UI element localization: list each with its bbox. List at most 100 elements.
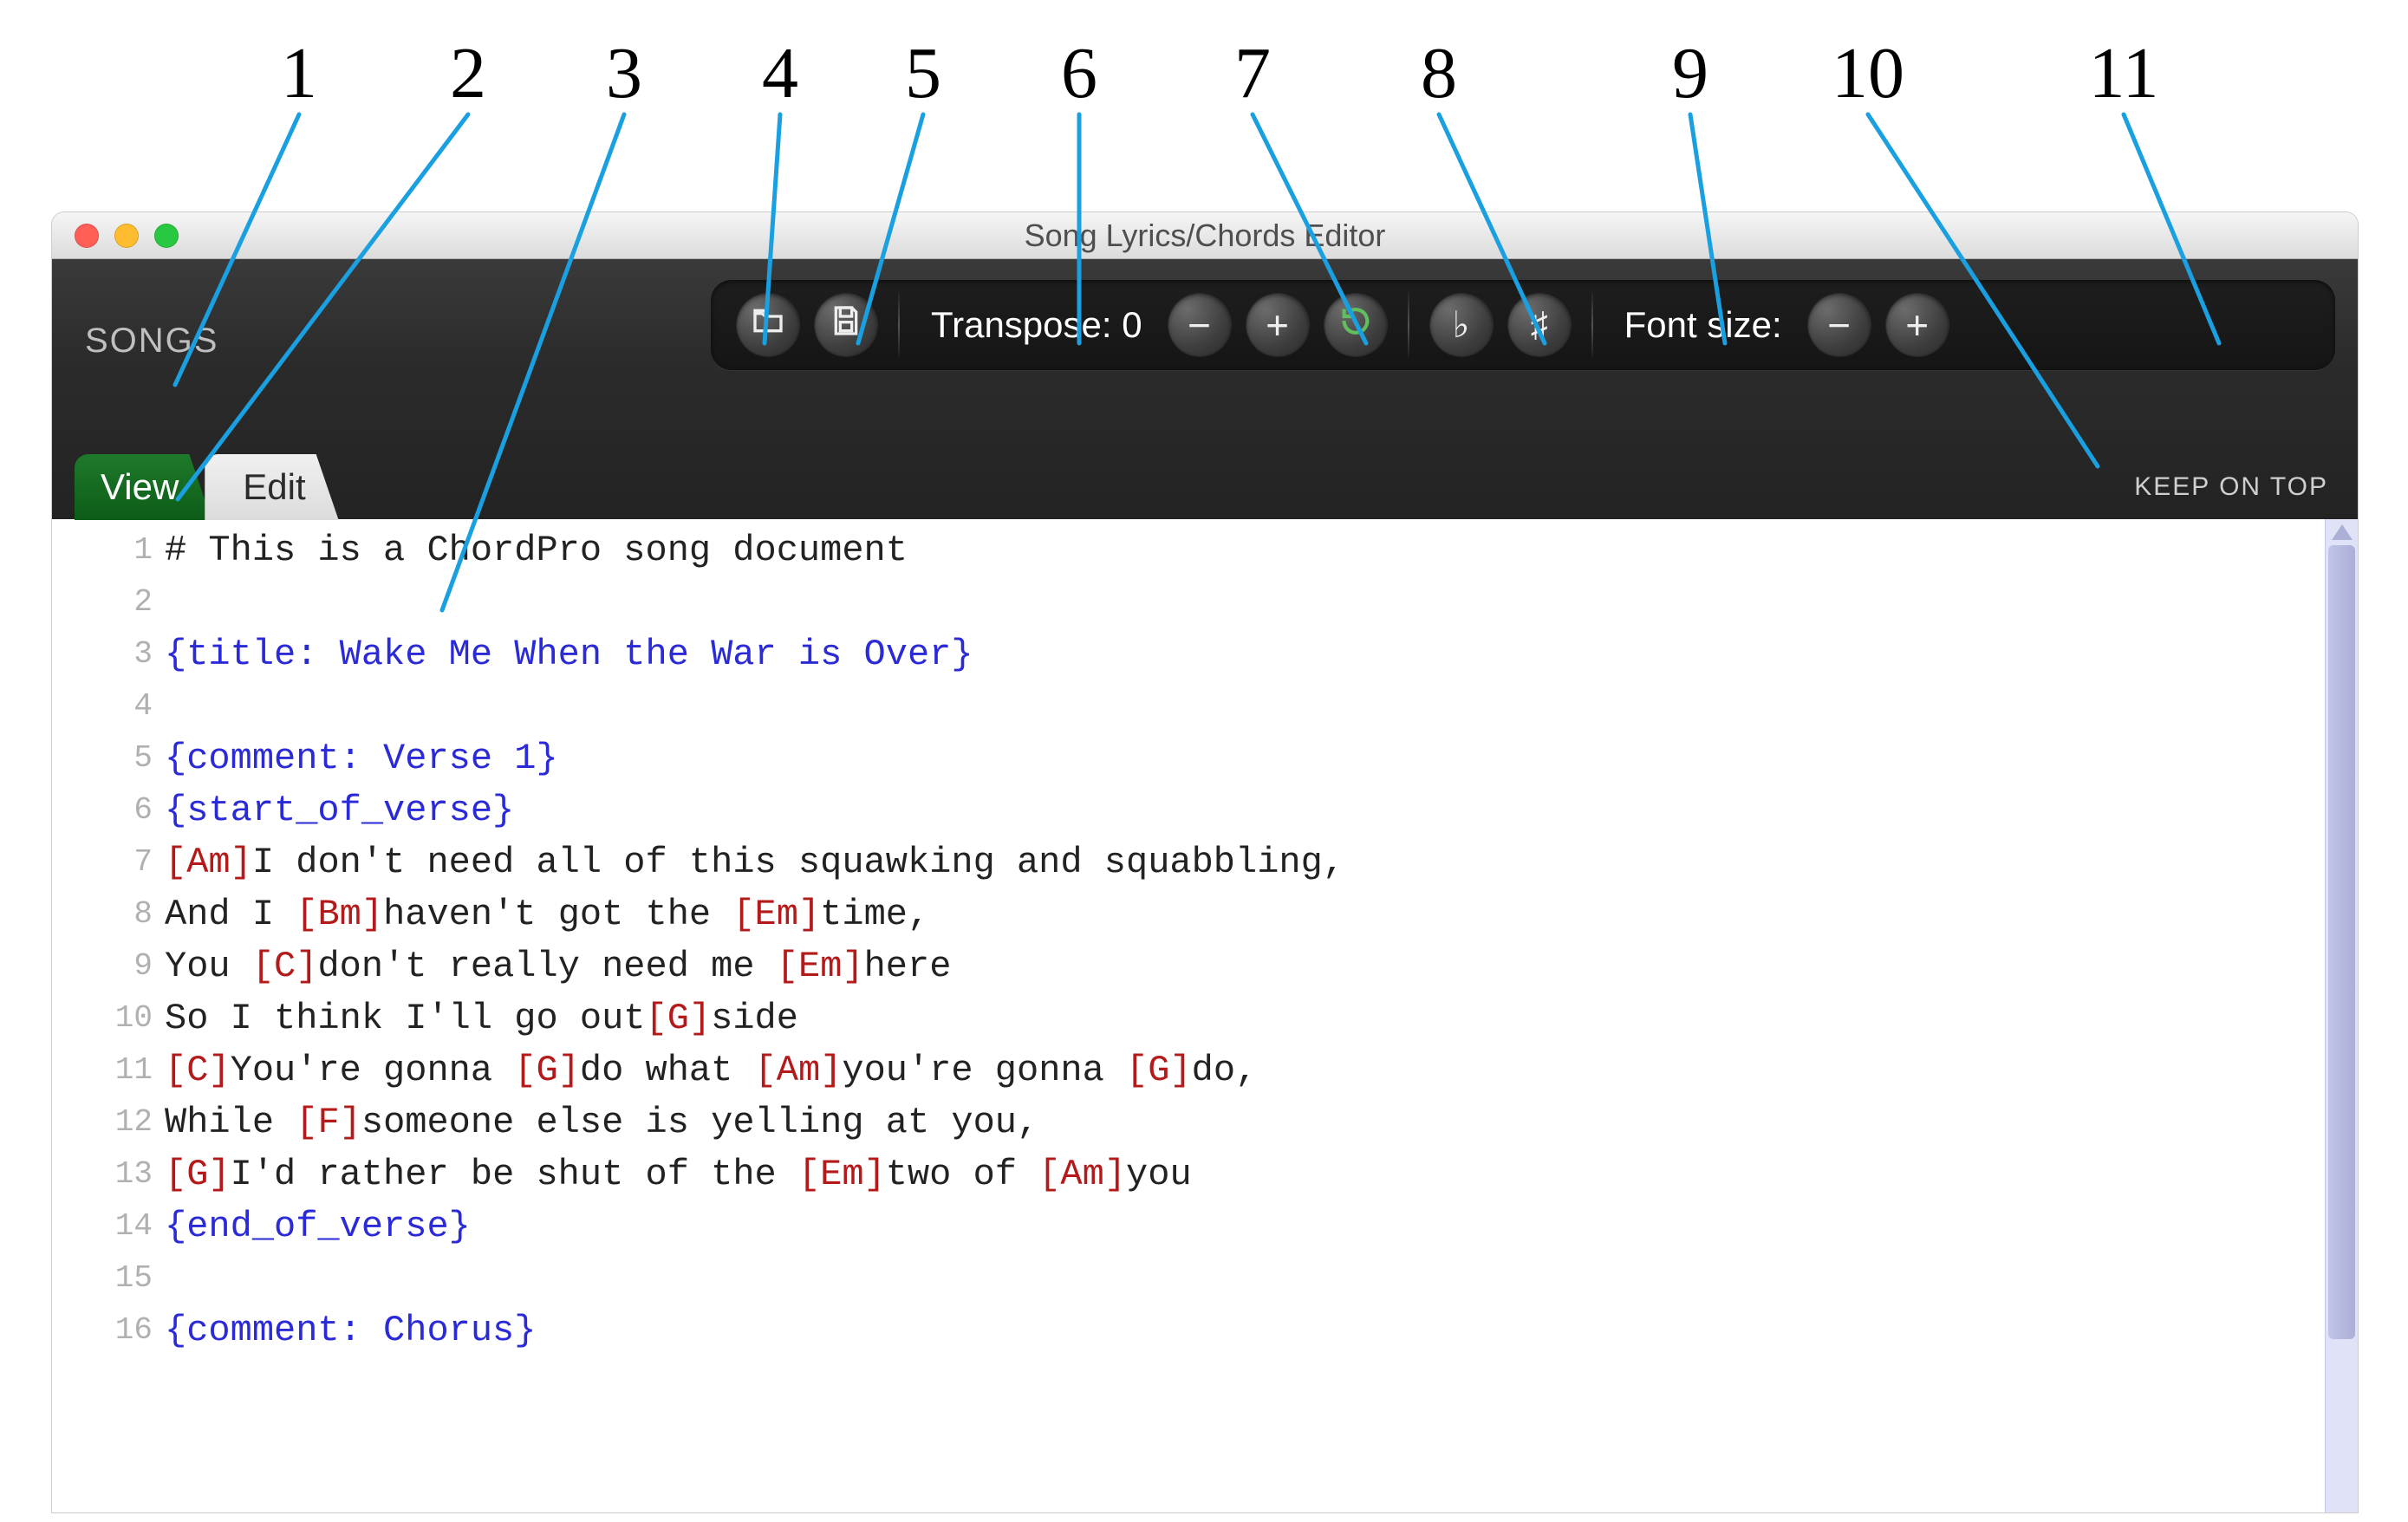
code-line[interactable] [165, 576, 2325, 628]
token-chord: [F] [296, 1102, 361, 1143]
token-text: you [1126, 1154, 1192, 1195]
token-chord: [Am] [165, 842, 252, 883]
token-text: time, [820, 894, 929, 935]
fontsize-label: Font size: [1614, 304, 1793, 346]
token-directive: {comment: Verse 1} [165, 738, 558, 779]
callout-number: 10 [1832, 31, 1904, 115]
token-directive: {end_of_verse} [165, 1206, 471, 1247]
plus-icon: + [1266, 305, 1289, 345]
code-line[interactable]: # This is a ChordPro song document [165, 524, 2325, 576]
callout-number: 11 [2089, 31, 2159, 115]
tab-edit[interactable]: Edit [205, 454, 338, 520]
callout-number: 9 [1672, 31, 1708, 115]
minus-icon: − [1827, 305, 1851, 345]
prefer-sharp-button[interactable]: ♯ [1508, 294, 1571, 356]
editor-area: 12345678910111213141516 # This is a Chor… [52, 519, 2358, 1512]
save-icon [829, 303, 863, 347]
code-line[interactable]: [G]I'd rather be shut of the [Em]two of … [165, 1148, 2325, 1200]
token-chord: [Em] [732, 894, 820, 935]
save-button[interactable] [815, 294, 877, 356]
callout-number: 6 [1061, 31, 1097, 115]
fontsize-down-button[interactable]: − [1808, 294, 1871, 356]
token-text: I'd rather be shut of the [231, 1154, 798, 1195]
token-text: here [864, 946, 952, 987]
scroll-thumb[interactable] [2328, 545, 2355, 1339]
sharp-icon: ♯ [1531, 308, 1548, 342]
line-number-gutter: 12345678910111213141516 [52, 519, 165, 1512]
callout-number: 7 [1234, 31, 1271, 115]
minus-icon: − [1188, 305, 1211, 345]
token-chord: [Em] [777, 946, 864, 987]
separator [898, 291, 900, 359]
flat-icon: ♭ [1453, 307, 1470, 343]
code-line[interactable]: [Am]I don't need all of this squawking a… [165, 836, 2325, 888]
editor-window: Song Lyrics/Chords Editor SONGS [52, 212, 2358, 1512]
code-line[interactable]: [C]You're gonna [G]do what [Am]you're go… [165, 1044, 2325, 1096]
token-comment: # This is a ChordPro song document [165, 530, 908, 571]
code-line[interactable]: You [C]don't really need me [Em]here [165, 940, 2325, 992]
token-chord: [G] [514, 1050, 580, 1091]
line-number: 2 [52, 576, 153, 628]
code-line[interactable]: And I [Bm]haven't got the [Em]time, [165, 888, 2325, 940]
token-chord: [G] [646, 998, 712, 1039]
token-text: do what [580, 1050, 755, 1091]
folder-open-icon [751, 303, 785, 347]
token-text: And I [165, 894, 296, 935]
code-line[interactable]: {end_of_verse} [165, 1200, 2325, 1252]
line-number: 11 [52, 1044, 153, 1096]
line-number: 13 [52, 1148, 153, 1200]
fontsize-up-button[interactable]: + [1886, 294, 1949, 356]
token-text: someone else is yelling at you, [361, 1102, 1038, 1143]
plus-icon: + [1905, 305, 1929, 345]
transpose-up-button[interactable]: + [1246, 294, 1309, 356]
tool-panel: Transpose: 0 − + ♭ ♯ [711, 280, 2335, 370]
token-directive: {title: Wake Me When the War is Over} [165, 634, 973, 675]
token-chord: [G] [1126, 1050, 1192, 1091]
separator [1591, 291, 1593, 359]
transpose-reset-button[interactable] [1324, 294, 1387, 356]
open-button[interactable] [737, 294, 799, 356]
code-line[interactable] [165, 680, 2325, 732]
callout-number: 2 [450, 31, 486, 115]
token-chord: [Bm] [296, 894, 383, 935]
code-editor[interactable]: # This is a ChordPro song document {titl… [165, 519, 2325, 1512]
reset-icon [1338, 303, 1373, 347]
line-number: 16 [52, 1304, 153, 1356]
vertical-scrollbar[interactable] [2325, 519, 2358, 1512]
token-text: two of [886, 1154, 1038, 1195]
titlebar: Song Lyrics/Chords Editor [52, 212, 2358, 259]
token-directive: {comment: Chorus} [165, 1310, 536, 1351]
callout-number: 1 [281, 31, 317, 115]
code-line[interactable]: {comment: Verse 1} [165, 732, 2325, 784]
line-number: 12 [52, 1096, 153, 1148]
token-chord: [Em] [798, 1154, 886, 1195]
line-number: 3 [52, 628, 153, 680]
token-chord: [C] [165, 1050, 231, 1091]
keep-on-top-toggle[interactable]: KEEP ON TOP [2134, 472, 2328, 502]
line-number: 1 [52, 524, 153, 576]
code-line[interactable]: {title: Wake Me When the War is Over} [165, 628, 2325, 680]
tab-view[interactable]: View [75, 454, 212, 520]
callout-number: 4 [762, 31, 798, 115]
token-chord: [Am] [1038, 1154, 1126, 1195]
token-text: So I think I'll go out [165, 998, 646, 1039]
token-chord: [Am] [755, 1050, 843, 1091]
code-line[interactable]: While [F]someone else is yelling at you, [165, 1096, 2325, 1148]
token-directive: {start_of_verse} [165, 790, 514, 831]
line-number: 6 [52, 784, 153, 836]
songs-button[interactable]: SONGS [85, 322, 218, 361]
token-chord: [G] [165, 1154, 231, 1195]
token-text: haven't got the [383, 894, 732, 935]
code-line[interactable]: {comment: Chorus} [165, 1304, 2325, 1356]
scroll-up-arrow-icon[interactable] [2332, 524, 2353, 540]
window-title: Song Lyrics/Chords Editor [52, 218, 2358, 254]
prefer-flat-button[interactable]: ♭ [1430, 294, 1493, 356]
line-number: 9 [52, 940, 153, 992]
code-line[interactable]: So I think I'll go out[G]side [165, 992, 2325, 1044]
code-line[interactable]: {start_of_verse} [165, 784, 2325, 836]
token-text: While [165, 1102, 296, 1143]
code-line[interactable] [165, 1252, 2325, 1304]
line-number: 4 [52, 680, 153, 732]
token-text: do, [1192, 1050, 1258, 1091]
transpose-down-button[interactable]: − [1168, 294, 1231, 356]
